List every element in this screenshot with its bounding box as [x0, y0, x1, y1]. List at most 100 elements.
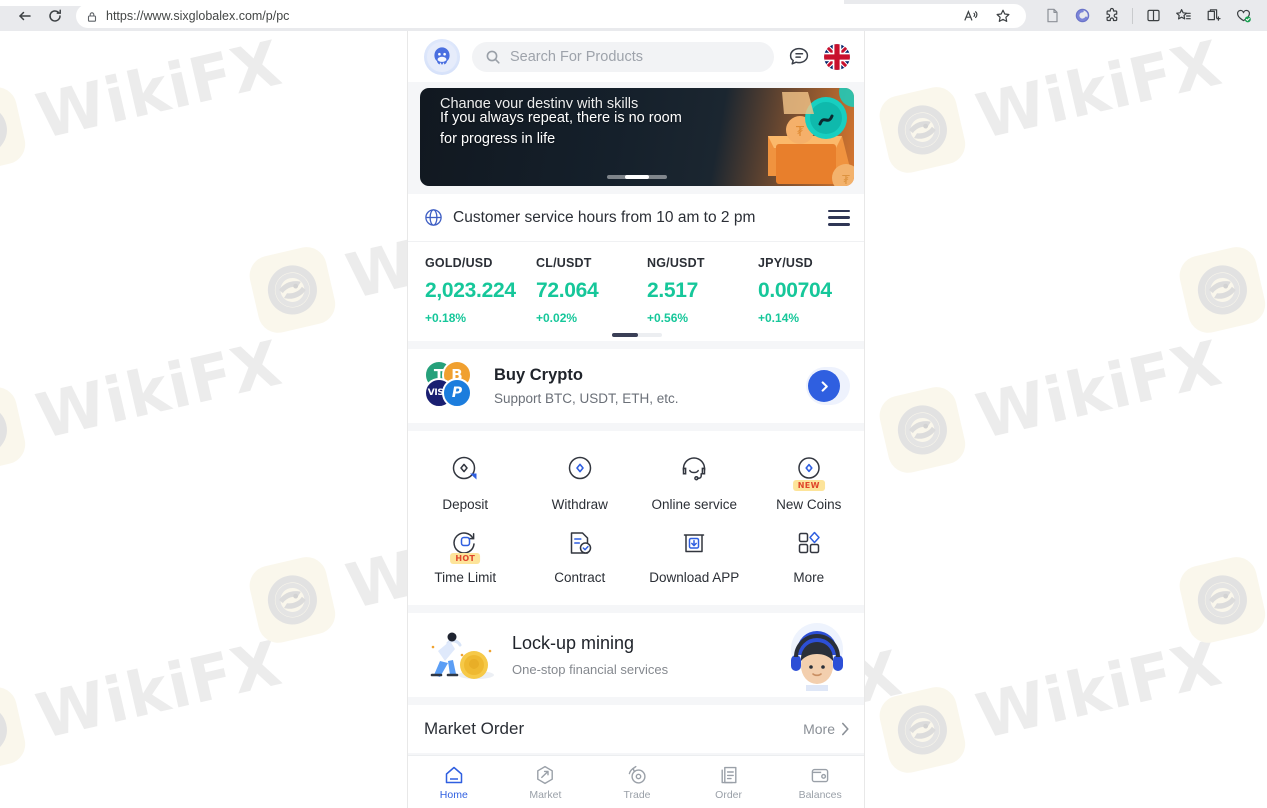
- quick-action-label: New Coins: [776, 497, 842, 512]
- quick-action-time-limit[interactable]: HOT Time Limit: [408, 516, 523, 589]
- quick-actions-row-1: Deposit Withdraw Online service NEW New …: [408, 443, 865, 516]
- browser-health-icon[interactable]: [1229, 3, 1257, 29]
- globe-icon: [424, 208, 443, 227]
- lockup-mining-card[interactable]: Lock-up mining One-stop financial servic…: [408, 613, 864, 697]
- tab-balances[interactable]: Balances: [774, 764, 864, 801]
- search-icon: [485, 49, 501, 65]
- ticker-item[interactable]: CL/USDT 72.064 +0.02%: [519, 256, 630, 325]
- tab-market[interactable]: Market: [500, 764, 592, 801]
- watermark-badge-icon: [1175, 553, 1267, 647]
- browser-essentials-icon[interactable]: [1199, 3, 1227, 29]
- quick-action-download-app[interactable]: Download APP: [637, 516, 752, 589]
- app-header: Search For Products: [408, 31, 864, 82]
- svg-text:₮: ₮: [796, 125, 805, 140]
- market-ticker-carousel[interactable]: GOLD/USD 2,023.224 +0.18% CL/USDT 72.064…: [408, 242, 864, 341]
- ticker-pair: JPY/USD: [758, 256, 813, 270]
- quick-action-label: Withdraw: [551, 497, 608, 512]
- ticker-price: 2.517: [647, 279, 699, 302]
- watermark-badge-icon: [245, 243, 340, 337]
- tab-label: Trade: [623, 788, 651, 801]
- watermark: WikiFX: [1175, 493, 1267, 647]
- ticker-pair: GOLD/USD: [425, 256, 493, 270]
- watermark-badge-icon: [875, 83, 970, 177]
- watermark: WikiFX: [0, 623, 289, 777]
- uk-flag-icon[interactable]: [824, 43, 850, 70]
- back-arrow-icon[interactable]: [10, 3, 40, 29]
- watermark-text: WikiFX: [29, 31, 289, 153]
- watermark: WikiFX: [1175, 183, 1267, 337]
- ticker-change: +0.14%: [758, 311, 800, 325]
- read-aloud-icon[interactable]: [958, 4, 984, 28]
- ticker-item[interactable]: JPY/USD 0.00704 +0.14%: [741, 256, 852, 325]
- promo-banner[interactable]: ₮ ₮ Change your destiny with skills If y…: [420, 88, 854, 186]
- market-order-header: Market Order More: [408, 705, 864, 753]
- customer-service-notice[interactable]: Customer service hours from 10 am to 2 p…: [408, 194, 864, 242]
- extensions-icon[interactable]: [1098, 3, 1126, 29]
- banner-carousel-indicator[interactable]: [607, 175, 667, 179]
- hamburger-menu-icon[interactable]: [828, 209, 850, 226]
- chevron-right-icon: [808, 370, 840, 402]
- address-bar[interactable]: https://www.sixglobalex.com/p/pc: [76, 3, 1026, 28]
- favorite-star-icon[interactable]: [990, 4, 1016, 28]
- ticker-change: +0.18%: [425, 311, 467, 325]
- watermark-text: WikiFX: [29, 625, 289, 753]
- quick-actions-grid: Deposit Withdraw Online service NEW New …: [408, 431, 865, 605]
- reading-view-icon[interactable]: [1038, 3, 1066, 29]
- trade-icon: [628, 765, 646, 784]
- tab-trade[interactable]: Trade: [591, 764, 683, 801]
- buy-crypto-card[interactable]: T B VISA P Buy Crypto Support BTC, USDT,…: [408, 349, 864, 423]
- quick-action-withdraw[interactable]: Withdraw: [523, 443, 638, 516]
- bottom-tab-bar: Home Market Trade Order Balances: [408, 755, 864, 808]
- tab-label: Balances: [798, 788, 842, 801]
- watermark-badge-icon: [0, 383, 30, 477]
- hot-badge: HOT: [450, 553, 481, 564]
- tab-label: Home: [439, 788, 468, 801]
- buy-crypto-go-button[interactable]: [806, 367, 850, 405]
- quick-action-label: More: [793, 570, 825, 585]
- watermark: WikiFX: [875, 623, 1229, 777]
- support-agent-mascot[interactable]: [784, 621, 850, 693]
- ticker-price: 72.064: [536, 279, 599, 302]
- contract-icon: [563, 526, 597, 560]
- market-icon: [537, 765, 554, 784]
- site-info-lock-icon[interactable]: [86, 10, 98, 22]
- paypal-logo-icon: P: [442, 378, 472, 408]
- quick-action-new-coins[interactable]: NEW New Coins: [752, 443, 865, 516]
- app-scroll-body: ₮ ₮ Change your destiny with skills If y…: [408, 82, 865, 808]
- collections-icon[interactable]: [1169, 3, 1197, 29]
- quick-action-label: Deposit: [442, 497, 489, 512]
- watermark-badge-icon: [245, 553, 340, 647]
- market-order-title: Market Order: [424, 719, 525, 738]
- split-screen-icon[interactable]: [1139, 3, 1167, 29]
- mining-illustration: [430, 632, 494, 679]
- watermark: WikiFX: [875, 323, 1229, 477]
- chat-bubble-icon[interactable]: [786, 44, 812, 70]
- watermark-badge-icon: [1175, 243, 1267, 337]
- browser-action-icons: [1038, 3, 1257, 29]
- buy-crypto-texts: Buy Crypto Support BTC, USDT, ETH, etc.: [494, 366, 792, 406]
- copilot-icon[interactable]: [1068, 3, 1096, 29]
- quick-action-online-service[interactable]: Online service: [637, 443, 752, 516]
- quick-action-contract[interactable]: Contract: [523, 516, 638, 589]
- more-grid-icon: [792, 526, 826, 560]
- ticker-price: 0.00704: [758, 279, 832, 302]
- search-input[interactable]: Search For Products: [472, 41, 774, 72]
- ticker-item[interactable]: GOLD/USD 2,023.224 +0.18%: [408, 256, 519, 325]
- home-icon: [445, 766, 463, 783]
- watermark: WikiFX: [875, 31, 1229, 177]
- search-placeholder: Search For Products: [510, 48, 643, 65]
- ticker-pair: NG/USDT: [647, 256, 705, 270]
- tab-order[interactable]: Order: [683, 764, 775, 801]
- refresh-icon[interactable]: [40, 3, 70, 29]
- quick-action-label: Online service: [651, 497, 738, 512]
- quick-action-more[interactable]: More: [752, 516, 865, 589]
- headset-icon: [677, 453, 711, 487]
- market-order-more-link[interactable]: More: [803, 721, 850, 737]
- ticker-item[interactable]: NG/USDT 2.517 +0.56%: [630, 256, 741, 325]
- sixglobalex-logo[interactable]: [424, 38, 460, 75]
- ticker-carousel-indicator[interactable]: [612, 333, 662, 337]
- tab-home[interactable]: Home: [408, 764, 500, 801]
- buy-crypto-title: Buy Crypto: [494, 366, 583, 384]
- url-text: https://www.sixglobalex.com/p/pc: [106, 8, 290, 23]
- quick-action-deposit[interactable]: Deposit: [408, 443, 523, 516]
